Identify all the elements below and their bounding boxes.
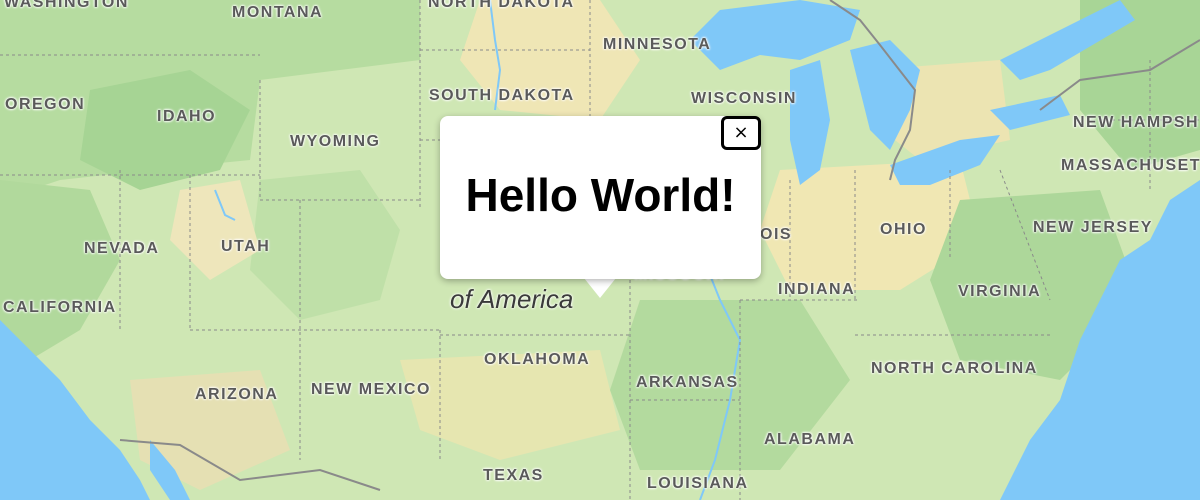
close-icon: ×: [733, 122, 749, 143]
country-label: of America: [450, 284, 574, 314]
info-popup: Hello World! ×: [440, 116, 761, 279]
state-label-new-hampshire: NEW HAMPSH: [1073, 114, 1200, 131]
state-label-south-dakota: SOUTH DAKOTA: [429, 87, 575, 104]
state-label-north-carolina: NORTH CAROLINA: [871, 360, 1038, 377]
popup-pointer: [584, 278, 616, 298]
state-label-louisiana: LOUISIANA: [647, 475, 749, 492]
state-label-new-mexico: NEW MEXICO: [311, 381, 431, 398]
state-label-idaho: IDAHO: [157, 108, 217, 125]
state-label-ohio: OHIO: [880, 221, 927, 238]
state-label-alabama: ALABAMA: [764, 431, 856, 448]
state-label-minnesota: MINNESOTA: [603, 36, 712, 53]
popup-title: Hello World!: [465, 169, 736, 221]
state-label-north-dakota: NORTH DAKOTA: [428, 0, 575, 11]
state-label-nevada: NEVADA: [84, 240, 160, 257]
state-label-massachusetts: MASSACHUSET: [1061, 157, 1200, 174]
state-label-montana: MONTANA: [232, 4, 324, 21]
state-label-oklahoma: OKLAHOMA: [484, 351, 591, 368]
state-label-wyoming: WYOMING: [290, 133, 381, 150]
state-label-virginia: VIRGINIA: [958, 283, 1042, 300]
state-label-illinois: OIS: [760, 226, 793, 243]
state-label-arizona: ARIZONA: [195, 386, 279, 403]
state-label-indiana: INDIANA: [778, 281, 856, 298]
state-label-wisconsin: WISCONSIN: [691, 90, 797, 107]
state-label-california: CALIFORNIA: [3, 299, 117, 316]
state-label-arkansas: ARKANSAS: [636, 374, 739, 391]
state-label-texas: TEXAS: [483, 467, 544, 484]
state-label-washington: WASHINGTON: [4, 0, 129, 11]
state-label-utah: UTAH: [221, 238, 271, 255]
popup-close-button[interactable]: ×: [721, 116, 761, 150]
state-label-new-jersey: NEW JERSEY: [1033, 219, 1153, 236]
state-label-oregon: OREGON: [5, 96, 86, 113]
